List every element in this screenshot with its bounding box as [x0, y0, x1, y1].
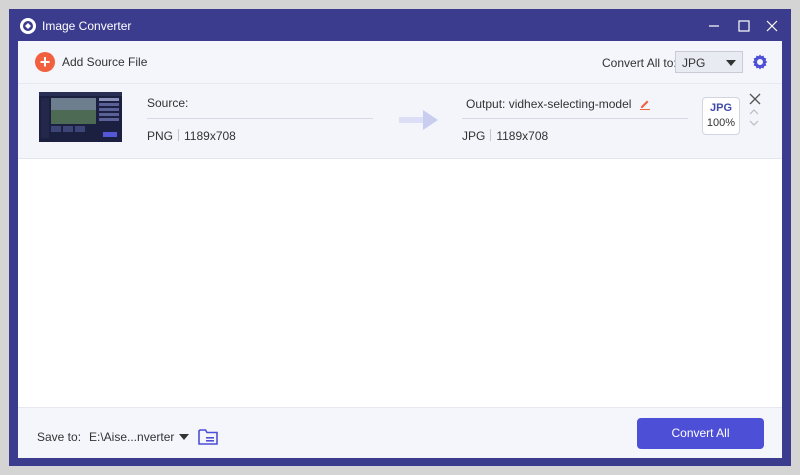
- file-list-item[interactable]: Source: PNG 1189x708 Output: vidhex-sele…: [18, 84, 782, 159]
- edit-pencil-icon[interactable]: [639, 98, 651, 110]
- badge-quality: 100%: [706, 117, 736, 129]
- format-select-value: JPG: [682, 56, 706, 70]
- arrow-right-icon: [399, 110, 438, 130]
- save-path-field[interactable]: E:\Aise...nverter: [89, 430, 174, 444]
- gear-icon[interactable]: [751, 53, 769, 71]
- convert-all-format-select[interactable]: JPG: [675, 51, 743, 73]
- badge-format: JPG: [709, 102, 732, 114]
- bottom-bar: Save to: E:\Aise...nverter Convert All: [18, 407, 782, 458]
- meta-separator: [490, 129, 492, 141]
- chevron-down-icon[interactable]: [749, 119, 759, 127]
- window-title: Image Converter: [42, 19, 132, 33]
- thumbnail-image: [39, 92, 122, 142]
- title-bar: Image Converter: [9, 9, 791, 41]
- meta-separator: [178, 129, 180, 141]
- source-divider: [147, 118, 373, 119]
- convert-all-to-label: Convert All to:: [602, 56, 677, 70]
- close-window-button[interactable]: [761, 15, 783, 37]
- plus-icon: +: [35, 52, 55, 72]
- file-thumbnail: [39, 92, 122, 142]
- minimize-icon: [709, 25, 719, 27]
- output-divider: [462, 118, 688, 119]
- add-source-file-button[interactable]: + Add Source File: [35, 52, 147, 72]
- output-name: Output: vidhex-selecting-model: [466, 97, 651, 111]
- source-format: PNG: [147, 129, 174, 143]
- dropdown-arrow-icon: [726, 60, 736, 66]
- maximize-icon: [738, 20, 750, 32]
- app-logo-icon: [20, 18, 36, 34]
- output-resolution: 1189x708: [496, 129, 549, 143]
- minimize-button[interactable]: [703, 15, 725, 37]
- chevron-up-icon[interactable]: [749, 108, 759, 116]
- close-icon: [766, 20, 778, 32]
- convert-all-button[interactable]: Convert All: [637, 418, 764, 449]
- main-content: + Add Source File Convert All to: JPG So…: [18, 41, 782, 458]
- source-label: Source:: [147, 96, 189, 110]
- output-format-badge[interactable]: JPG 100%: [702, 97, 740, 135]
- maximize-button[interactable]: [733, 15, 755, 37]
- save-to-label: Save to:: [37, 430, 82, 444]
- remove-file-icon[interactable]: [749, 93, 761, 105]
- folder-icon[interactable]: [198, 428, 218, 445]
- output-meta: JPG 1189x708: [462, 129, 548, 143]
- output-format: JPG: [462, 129, 486, 143]
- output-label: Output: vidhex-selecting-model: [466, 97, 632, 111]
- toolbar: + Add Source File Convert All to: JPG: [18, 41, 782, 84]
- save-path-dropdown-icon[interactable]: [179, 434, 189, 440]
- source-resolution: 1189x708: [184, 129, 236, 143]
- source-meta: PNG 1189x708: [147, 129, 236, 143]
- app-window: Image Converter + Add Source File Conver…: [9, 9, 791, 466]
- add-source-file-label: Add Source File: [62, 55, 148, 69]
